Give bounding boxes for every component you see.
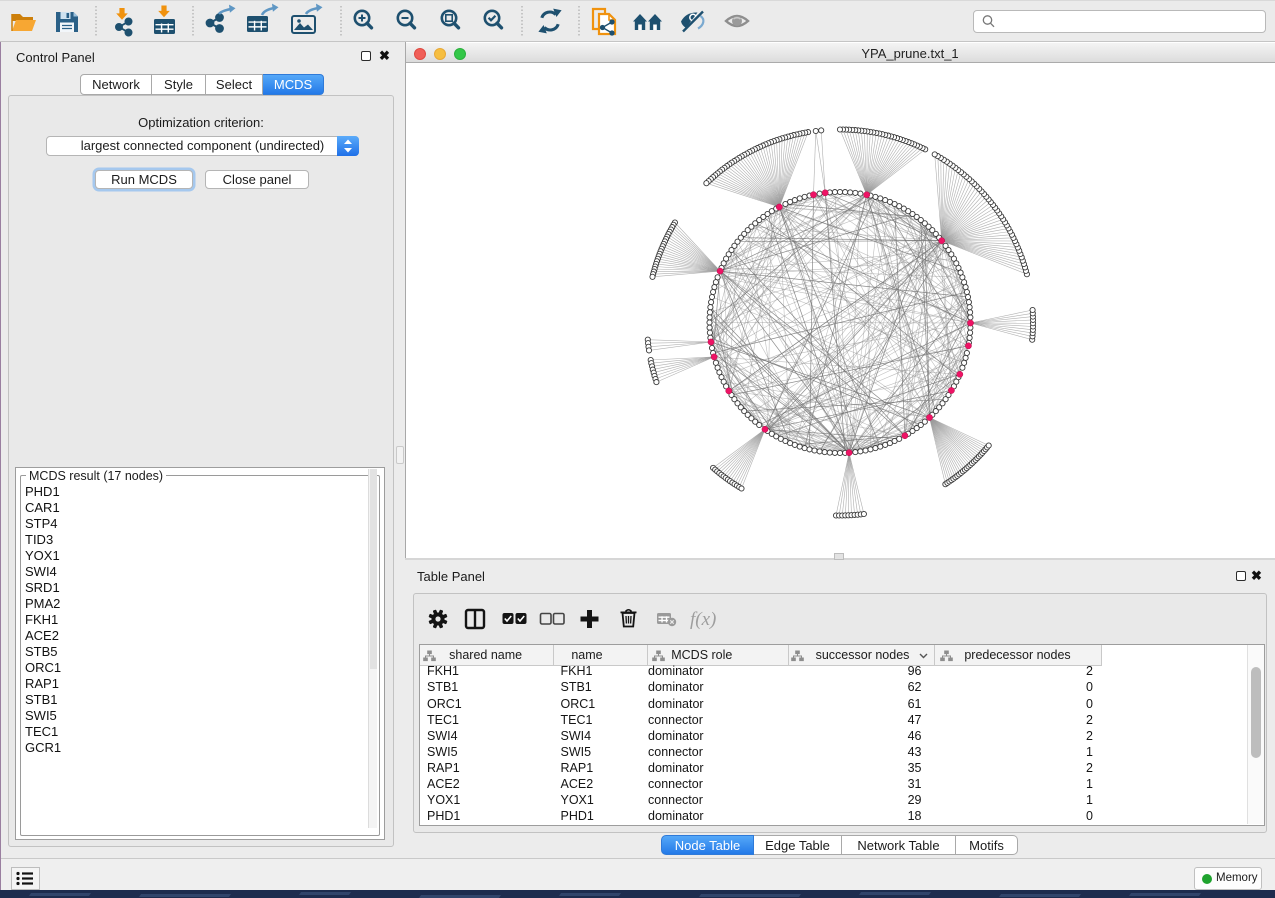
svg-text:f(x): f(x) xyxy=(690,609,716,630)
